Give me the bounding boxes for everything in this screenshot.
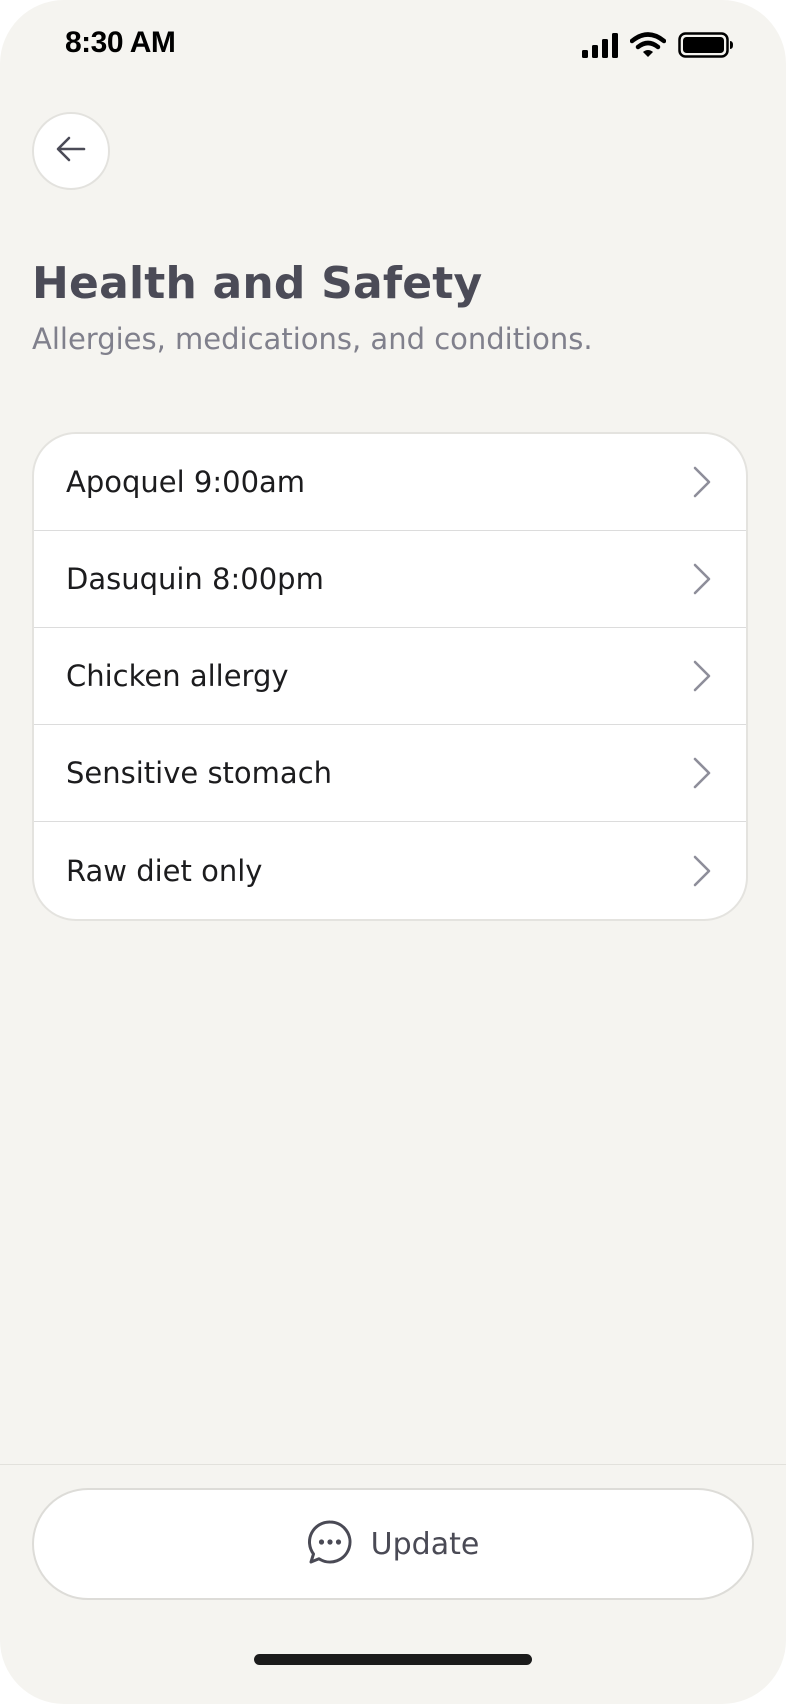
arrow-left-icon [54,132,88,170]
bottom-divider [0,1464,786,1465]
chevron-right-icon [692,660,712,692]
list-item-label: Apoquel 9:00am [66,465,306,499]
status-time: 8:30 AM [65,26,176,59]
list-item-apoquel[interactable]: Apoquel 9:00am [34,434,746,531]
update-button[interactable]: Update [32,1488,754,1600]
wifi-icon [630,32,666,58]
cellular-signal-icon [582,32,618,58]
page-subtitle: Allergies, medications, and conditions. [32,322,593,356]
list-item-label: Dasuquin 8:00pm [66,562,324,596]
home-indicator[interactable] [254,1654,532,1665]
list-item-label: Chicken allergy [66,659,289,693]
chat-bubble-icon [307,1519,353,1569]
update-button-label: Update [370,1526,480,1562]
list-item-chicken-allergy[interactable]: Chicken allergy [34,628,746,725]
list-item-sensitive-stomach[interactable]: Sensitive stomach [34,725,746,822]
list-item-dasuquin[interactable]: Dasuquin 8:00pm [34,531,746,628]
chevron-right-icon [692,563,712,595]
back-button[interactable] [32,112,110,190]
chevron-right-icon [692,466,712,498]
health-items-list: Apoquel 9:00am Dasuquin 8:00pm Chicken a… [32,432,748,921]
list-item-label: Sensitive stomach [66,756,333,790]
battery-icon [678,32,734,58]
page-title: Health and Safety [32,258,483,309]
phone-screen: 8:30 AM Health and Safety Allergies, med… [0,0,786,1704]
list-item-raw-diet[interactable]: Raw diet only [34,822,746,919]
list-item-label: Raw diet only [66,853,263,888]
chevron-right-icon [692,757,712,789]
status-icons [582,32,734,58]
chevron-right-icon [692,855,712,887]
